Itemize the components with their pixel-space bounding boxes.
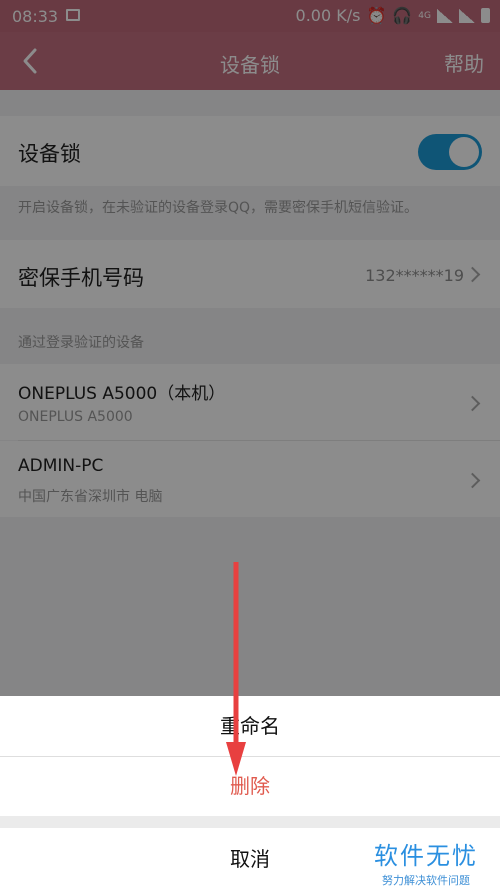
watermark-title: 软件无忧 bbox=[374, 842, 478, 870]
watermark-subtitle: 努力解决软件问题 bbox=[382, 874, 470, 887]
rename-button[interactable]: 重命名 bbox=[0, 696, 500, 756]
watermark: 软件无忧 努力解决软件问题 bbox=[366, 836, 486, 888]
annotation-arrow-icon bbox=[226, 562, 246, 776]
delete-button[interactable]: 删除 bbox=[0, 757, 500, 816]
